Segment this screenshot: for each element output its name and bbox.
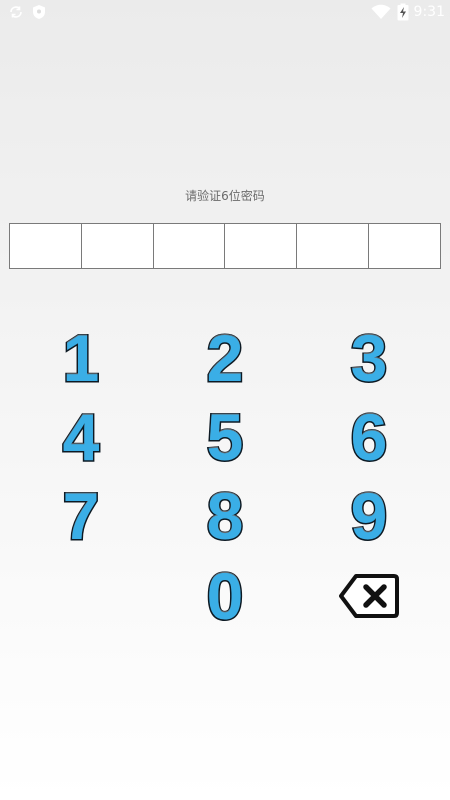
keypad-digit-label: 7 bbox=[61, 479, 101, 553]
keypad-key-4[interactable]: 4 bbox=[36, 401, 126, 473]
keypad-digit-label: 6 bbox=[349, 400, 389, 474]
status-bar: 9:31 bbox=[0, 0, 450, 24]
pin-digit-box bbox=[369, 224, 440, 268]
backspace-button[interactable] bbox=[324, 560, 414, 632]
pin-digit-box bbox=[82, 224, 154, 268]
pin-digit-box bbox=[10, 224, 82, 268]
wifi-icon bbox=[371, 4, 391, 20]
sync-icon bbox=[8, 4, 24, 24]
keypad-key-1[interactable]: 1 bbox=[36, 322, 126, 394]
keypad-key-8[interactable]: 8 bbox=[180, 480, 270, 552]
keypad-digit-label: 2 bbox=[205, 321, 245, 395]
battery-charging-icon bbox=[397, 3, 409, 21]
keypad-digit-label: 3 bbox=[349, 321, 389, 395]
keypad-digit-label: 0 bbox=[205, 559, 245, 633]
keypad-digit-label: 4 bbox=[61, 400, 101, 474]
pin-digit-box bbox=[154, 224, 226, 268]
keypad-key-6[interactable]: 6 bbox=[324, 401, 414, 473]
pin-digit-box bbox=[225, 224, 298, 268]
keypad-key-2[interactable]: 2 bbox=[180, 322, 270, 394]
keypad-digit-label: 8 bbox=[205, 479, 245, 553]
keypad-digit-label: 1 bbox=[61, 321, 101, 395]
pin-prompt: 请验证6位密码 bbox=[185, 189, 265, 203]
keypad-empty-slot bbox=[36, 560, 126, 632]
backspace-icon bbox=[338, 572, 400, 620]
keypad-key-0[interactable]: 0 bbox=[180, 560, 270, 632]
keypad-key-5[interactable]: 5 bbox=[180, 401, 270, 473]
keypad-digit-label: 9 bbox=[349, 479, 389, 553]
pin-digit-box bbox=[297, 224, 370, 268]
shield-icon bbox=[32, 4, 46, 24]
pin-input-boxes[interactable] bbox=[9, 223, 441, 269]
keypad-digit-label: 5 bbox=[205, 400, 245, 474]
keypad-key-7[interactable]: 7 bbox=[36, 480, 126, 552]
status-time: 9:31 bbox=[413, 4, 445, 20]
keypad-key-9[interactable]: 9 bbox=[324, 480, 414, 552]
keypad-key-3[interactable]: 3 bbox=[324, 322, 414, 394]
